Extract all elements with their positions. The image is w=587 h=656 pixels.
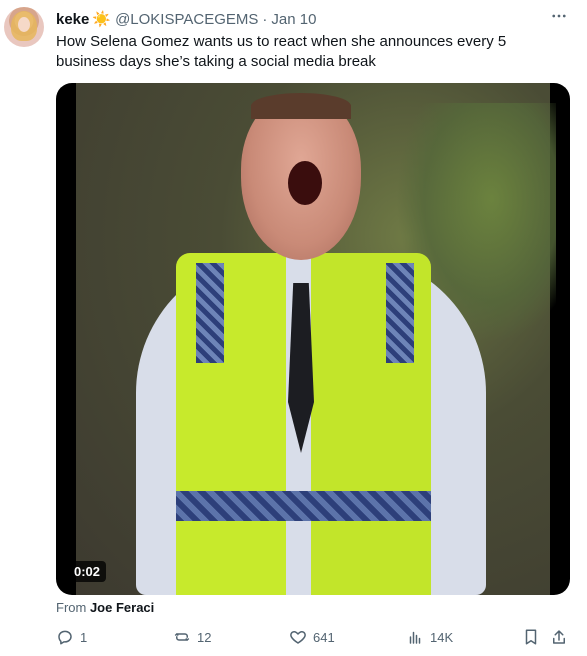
attribution-source[interactable]: Joe Feraci [90, 600, 154, 615]
avatar[interactable] [4, 7, 44, 47]
tweet-date[interactable]: Jan 10 [271, 11, 316, 28]
repost-count: 12 [197, 629, 212, 645]
sun-emoji: ☀️ [92, 11, 112, 28]
repost-button[interactable]: 12 [173, 628, 211, 646]
avatar-face [18, 17, 30, 32]
video-vest-check-right [386, 263, 414, 363]
author-handle[interactable]: @LOKISPACEGEMS [115, 11, 258, 28]
heart-icon [290, 631, 306, 644]
views-button[interactable]: 14K [406, 628, 453, 646]
repost-icon [174, 632, 190, 642]
reply-icon [58, 630, 72, 645]
reply-button[interactable]: 1 [56, 628, 87, 646]
author-name[interactable]: keke [56, 11, 89, 28]
tweet-header: keke ☀️ @LOKISPACEGEMS · Jan 10 [56, 9, 547, 29]
video-hair [251, 93, 351, 119]
media-attribution: From Joe Feraci [56, 600, 154, 615]
bookmark-icon [525, 629, 537, 645]
share-icon [553, 630, 565, 644]
share-button[interactable] [550, 628, 568, 646]
views-icon [409, 631, 421, 644]
action-bar: 1 12 641 14K [56, 628, 570, 650]
reply-count: 1 [80, 629, 88, 645]
like-button[interactable]: 641 [289, 628, 335, 646]
attribution-prefix: From [56, 600, 90, 615]
video-mouth [288, 161, 322, 205]
video-vest-check-left [196, 263, 224, 363]
separator-dot: · [262, 10, 268, 28]
video-player[interactable]: 0:02 [56, 83, 570, 595]
views-count: 14K [430, 629, 454, 645]
more-icon[interactable] [547, 7, 571, 27]
video-duration-badge: 0:02 [68, 561, 107, 582]
video-vest-band [176, 491, 431, 521]
more-dots-icon [552, 14, 566, 18]
tweet-text: How Selena Gomez wants us to react when … [56, 33, 507, 70]
bookmark-button[interactable] [522, 628, 540, 646]
video-vest-left [176, 253, 286, 595]
like-count: 641 [313, 629, 335, 645]
